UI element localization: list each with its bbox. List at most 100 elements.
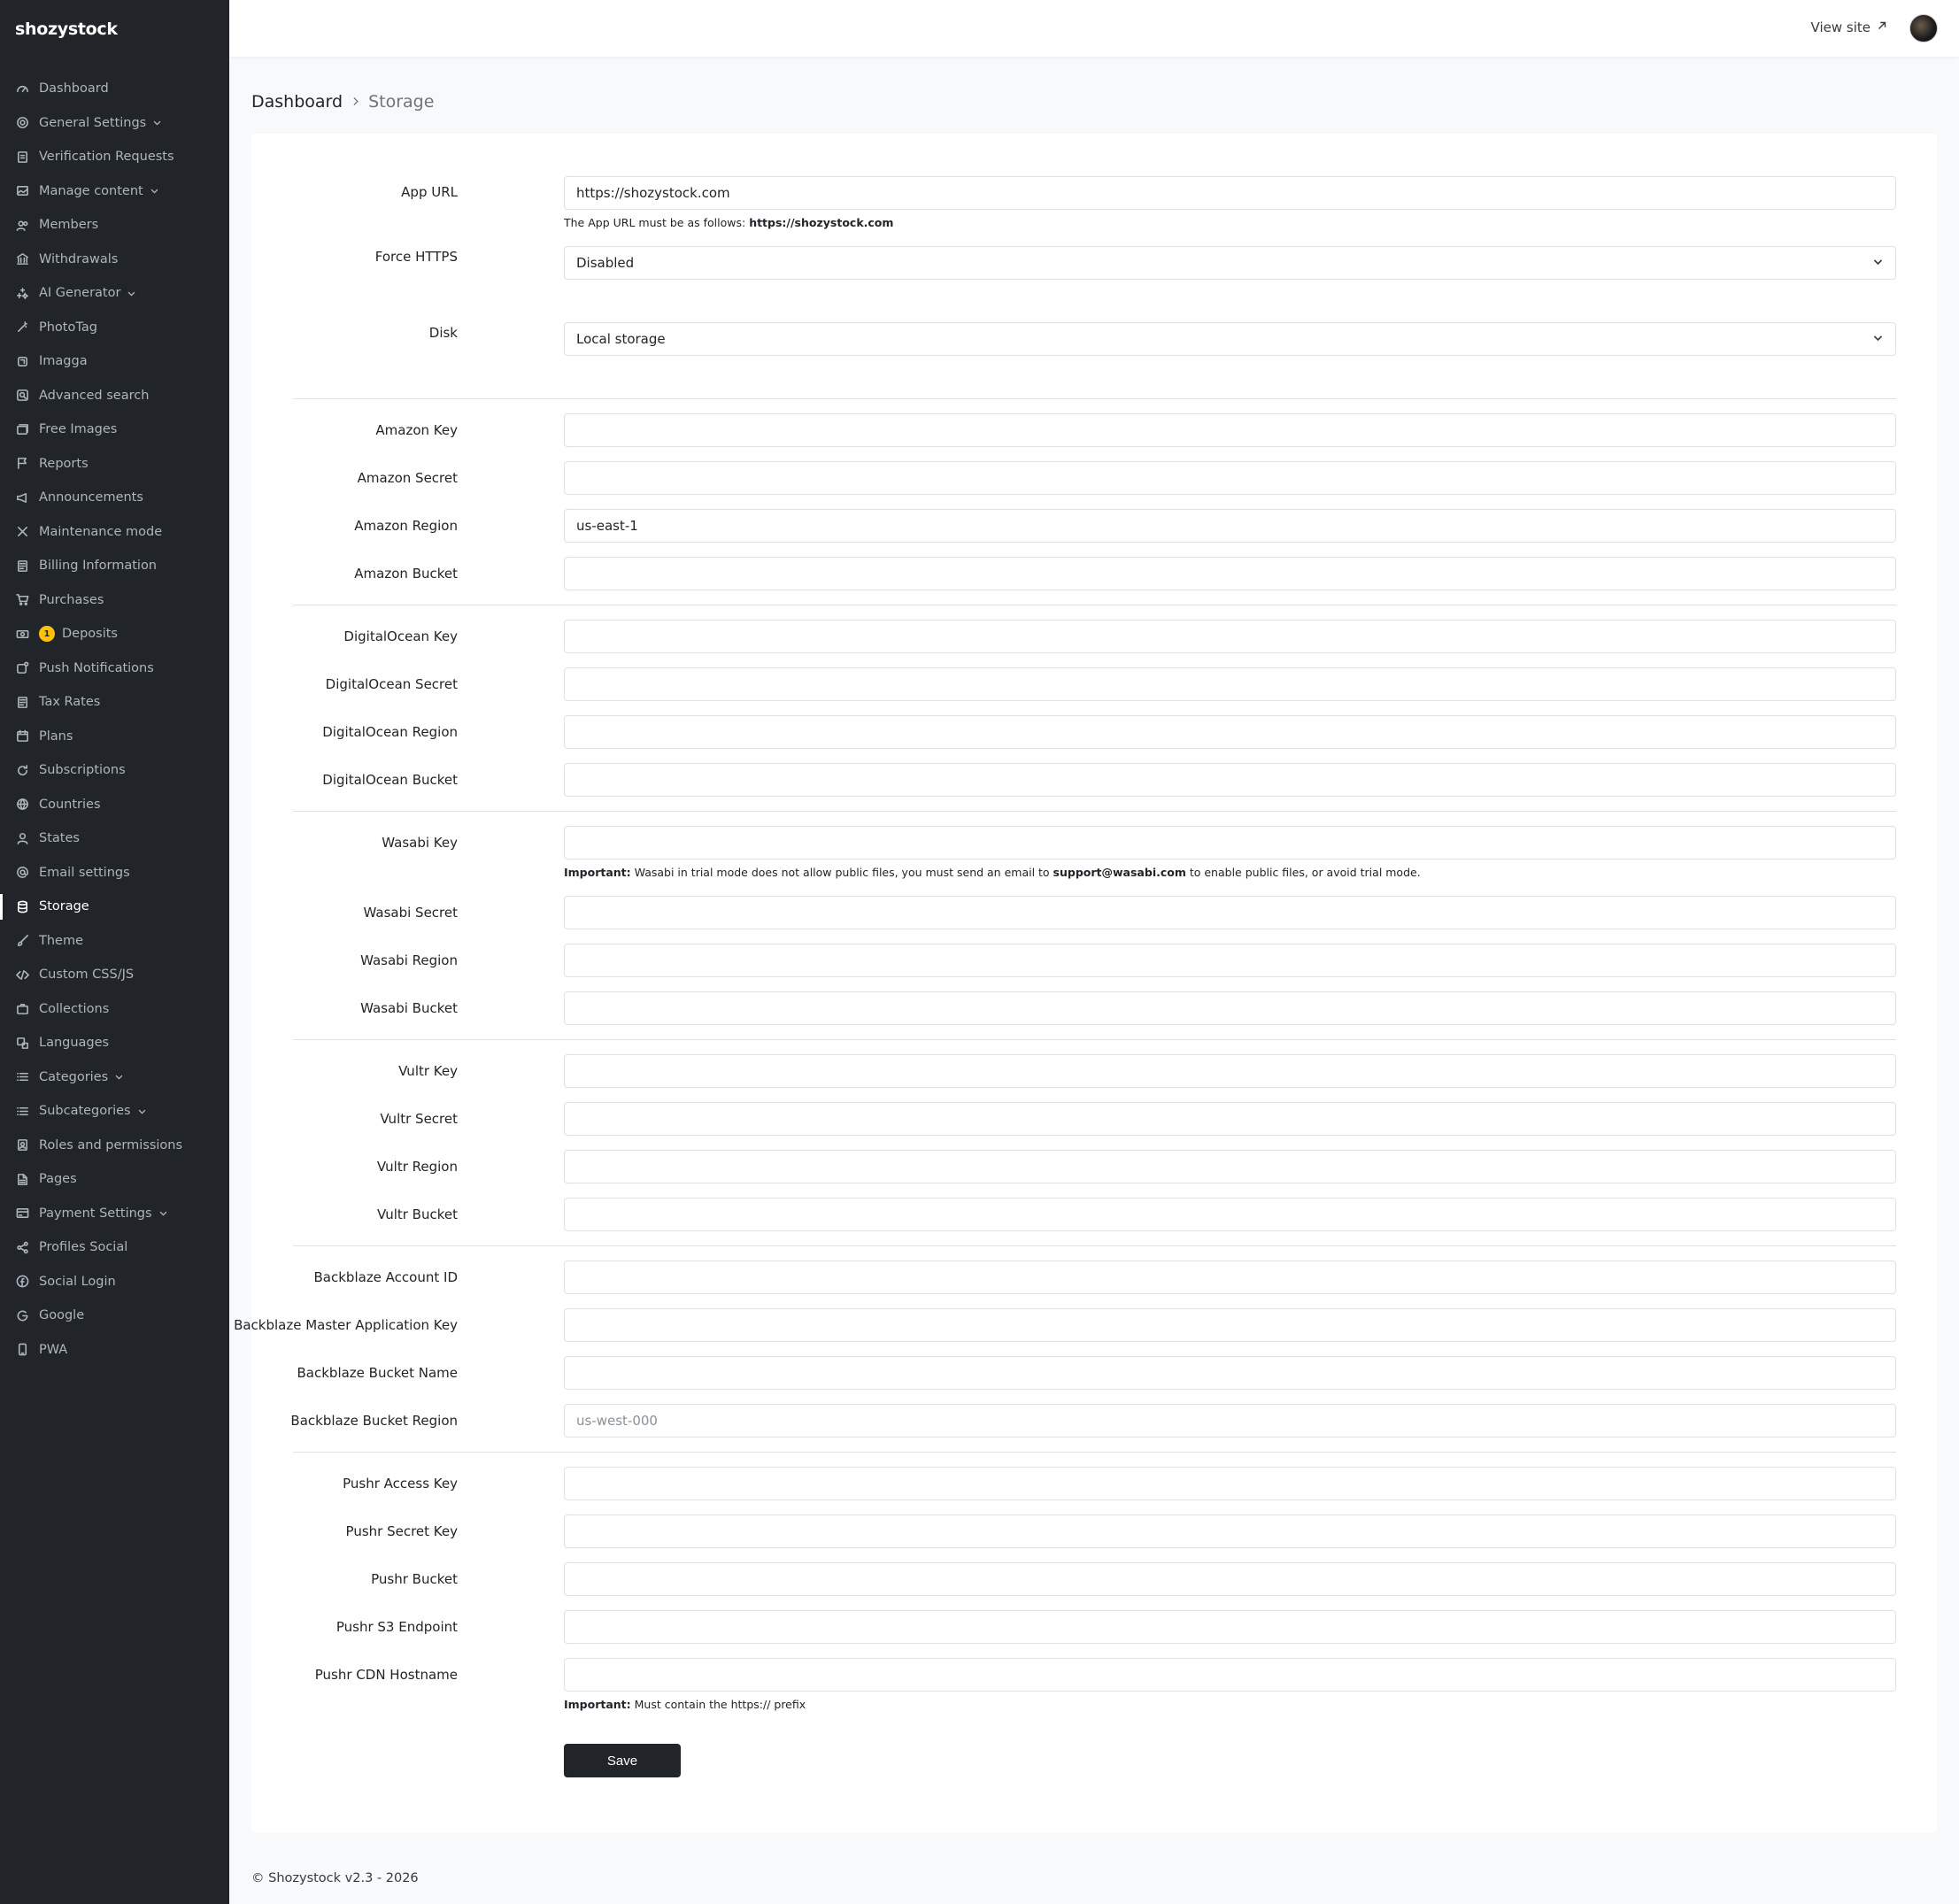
pushr-note-text: Must contain the https:// prefix bbox=[630, 1698, 806, 1711]
sidebar-item-payment-settings[interactable]: Payment Settings bbox=[0, 1197, 229, 1231]
sidebar-item-label: Languages bbox=[39, 1036, 110, 1051]
vultr-secret-input[interactable] bbox=[564, 1102, 1896, 1136]
breadcrumb-dashboard-link[interactable]: Dashboard bbox=[251, 92, 343, 112]
document-icon bbox=[16, 150, 29, 164]
avatar[interactable] bbox=[1909, 14, 1938, 42]
sidebar-item-languages[interactable]: Languages bbox=[0, 1026, 229, 1060]
do-region-input[interactable] bbox=[564, 715, 1896, 749]
sidebar-item-reports[interactable]: Reports bbox=[0, 447, 229, 482]
refresh-icon bbox=[16, 764, 29, 777]
sidebar-item-push-notifications[interactable]: Push Notifications bbox=[0, 651, 229, 686]
sidebar-item-subcategories[interactable]: Subcategories bbox=[0, 1094, 229, 1129]
sidebar-item-tax-rates[interactable]: Tax Rates bbox=[0, 685, 229, 720]
sidebar-item-label: PhotoTag bbox=[39, 320, 97, 335]
chevron-down-icon bbox=[150, 186, 159, 196]
amazon-bucket-input[interactable] bbox=[564, 557, 1896, 590]
pushr-access-key-input[interactable] bbox=[564, 1467, 1896, 1500]
sidebar-item-advanced-search[interactable]: Advanced search bbox=[0, 379, 229, 413]
sidebar-item-collections[interactable]: Collections bbox=[0, 992, 229, 1027]
vultr-key-input[interactable] bbox=[564, 1054, 1896, 1088]
chevron-down-icon bbox=[137, 1106, 147, 1116]
sidebar-item-general-settings[interactable]: General Settings bbox=[0, 106, 229, 141]
briefcase-icon bbox=[16, 1002, 29, 1015]
force-https-select[interactable]: Disabled bbox=[564, 246, 1896, 280]
backblaze-master-key-input[interactable] bbox=[564, 1308, 1896, 1342]
view-site-link[interactable]: View site bbox=[1811, 19, 1888, 35]
sidebar-item-google[interactable]: Google bbox=[0, 1299, 229, 1333]
sidebar-item-label: Imagga bbox=[39, 354, 88, 369]
pushr-note-important: Important: bbox=[564, 1698, 631, 1711]
wasabi-secret-input[interactable] bbox=[564, 896, 1896, 929]
sidebar-item-storage[interactable]: Storage bbox=[0, 890, 229, 924]
sidebar-item-categories[interactable]: Categories bbox=[0, 1060, 229, 1095]
sidebar-item-billing-information[interactable]: Billing Information bbox=[0, 549, 229, 583]
sidebar-item-phototag[interactable]: PhotoTag bbox=[0, 311, 229, 345]
sidebar-item-label: Announcements bbox=[39, 490, 143, 505]
backblaze-account-input[interactable] bbox=[564, 1260, 1896, 1294]
vultr-region-input[interactable] bbox=[564, 1150, 1896, 1183]
sidebar-item-verification-requests[interactable]: Verification Requests bbox=[0, 140, 229, 174]
sidebar-item-withdrawals[interactable]: Withdrawals bbox=[0, 243, 229, 277]
app-url-help-text: The App URL must be as follows: bbox=[564, 216, 750, 229]
sidebar-item-ai-generator[interactable]: AI Generator bbox=[0, 276, 229, 311]
cart-icon bbox=[16, 593, 29, 606]
sidebar-item-pwa[interactable]: PWA bbox=[0, 1333, 229, 1368]
sidebar-item-pages[interactable]: Pages bbox=[0, 1162, 229, 1197]
phone-icon bbox=[16, 1343, 29, 1356]
do-key-input[interactable] bbox=[564, 620, 1896, 653]
sidebar-item-subscriptions[interactable]: Subscriptions bbox=[0, 753, 229, 788]
sidebar-item-label: Withdrawals bbox=[39, 251, 119, 266]
save-button[interactable]: Save bbox=[564, 1744, 681, 1777]
backblaze-bucket-name-input[interactable] bbox=[564, 1356, 1896, 1390]
amazon-key-input[interactable] bbox=[564, 413, 1896, 447]
sidebar-item-email-settings[interactable]: Email settings bbox=[0, 856, 229, 890]
sidebar-item-countries[interactable]: Countries bbox=[0, 788, 229, 822]
pushr-secret-key-input[interactable] bbox=[564, 1515, 1896, 1548]
sidebar-item-states[interactable]: States bbox=[0, 821, 229, 856]
sidebar-item-theme[interactable]: Theme bbox=[0, 924, 229, 959]
pushr-cdn-hostname-input[interactable] bbox=[564, 1658, 1896, 1692]
sidebar-item-label: Billing Information bbox=[39, 559, 157, 574]
sidebar-item-members[interactable]: Members bbox=[0, 208, 229, 243]
section-divider bbox=[293, 398, 1896, 399]
person-icon bbox=[16, 832, 29, 845]
sidebar-item-custom-css-js[interactable]: Custom CSS/JS bbox=[0, 958, 229, 992]
vultr-bucket-input[interactable] bbox=[564, 1198, 1896, 1231]
megaphone-icon bbox=[16, 491, 29, 505]
sidebar-item-label: Custom CSS/JS bbox=[39, 967, 135, 983]
sidebar-item-announcements[interactable]: Announcements bbox=[0, 481, 229, 515]
chevron-down-icon bbox=[158, 1208, 168, 1218]
app-logo[interactable]: shozystock bbox=[15, 19, 118, 39]
sidebar-item-label: Dashboard bbox=[39, 81, 109, 96]
footer: © Shozystock v2.3 - 2026 bbox=[251, 1871, 419, 1885]
sparkles-icon bbox=[16, 287, 29, 300]
amazon-secret-input[interactable] bbox=[564, 461, 1896, 495]
do-secret-input[interactable] bbox=[564, 667, 1896, 701]
sidebar-item-profiles-social[interactable]: Profiles Social bbox=[0, 1230, 229, 1265]
sidebar-item-maintenance-mode[interactable]: Maintenance mode bbox=[0, 515, 229, 550]
backblaze-bucket-region-input[interactable]: us-west-000 bbox=[564, 1404, 1896, 1438]
sidebar-item-roles-and-permissions[interactable]: Roles and permissions bbox=[0, 1129, 229, 1163]
sidebar-item-dashboard[interactable]: Dashboard bbox=[0, 72, 229, 106]
sidebar-item-free-images[interactable]: Free Images bbox=[0, 412, 229, 447]
breadcrumb-current: Storage bbox=[368, 92, 435, 112]
sidebar-item-label: Tax Rates bbox=[39, 695, 101, 710]
disk-label: Disk bbox=[428, 325, 458, 341]
wasabi-bucket-input[interactable] bbox=[564, 991, 1896, 1025]
wasabi-note-important: Important: bbox=[564, 866, 631, 879]
wasabi-key-input[interactable] bbox=[564, 826, 1896, 859]
pushr-s3-endpoint-input[interactable] bbox=[564, 1610, 1896, 1644]
amazon-region-input[interactable]: us-east-1 bbox=[564, 509, 1896, 543]
list-icon bbox=[16, 1070, 29, 1083]
disk-select[interactable]: Local storage bbox=[564, 322, 1896, 356]
sidebar-item-deposits[interactable]: 1 Deposits bbox=[0, 617, 229, 651]
sidebar-item-social-login[interactable]: Social Login bbox=[0, 1265, 229, 1299]
sidebar-item-manage-content[interactable]: Manage content bbox=[0, 174, 229, 209]
sidebar-item-imagga[interactable]: Imagga bbox=[0, 344, 229, 379]
do-bucket-input[interactable] bbox=[564, 763, 1896, 797]
app-url-input[interactable]: https://shozystock.com bbox=[564, 176, 1896, 210]
sidebar-item-purchases[interactable]: Purchases bbox=[0, 583, 229, 618]
pushr-bucket-input[interactable] bbox=[564, 1562, 1896, 1596]
sidebar-item-plans[interactable]: Plans bbox=[0, 720, 229, 754]
wasabi-region-input[interactable] bbox=[564, 944, 1896, 977]
